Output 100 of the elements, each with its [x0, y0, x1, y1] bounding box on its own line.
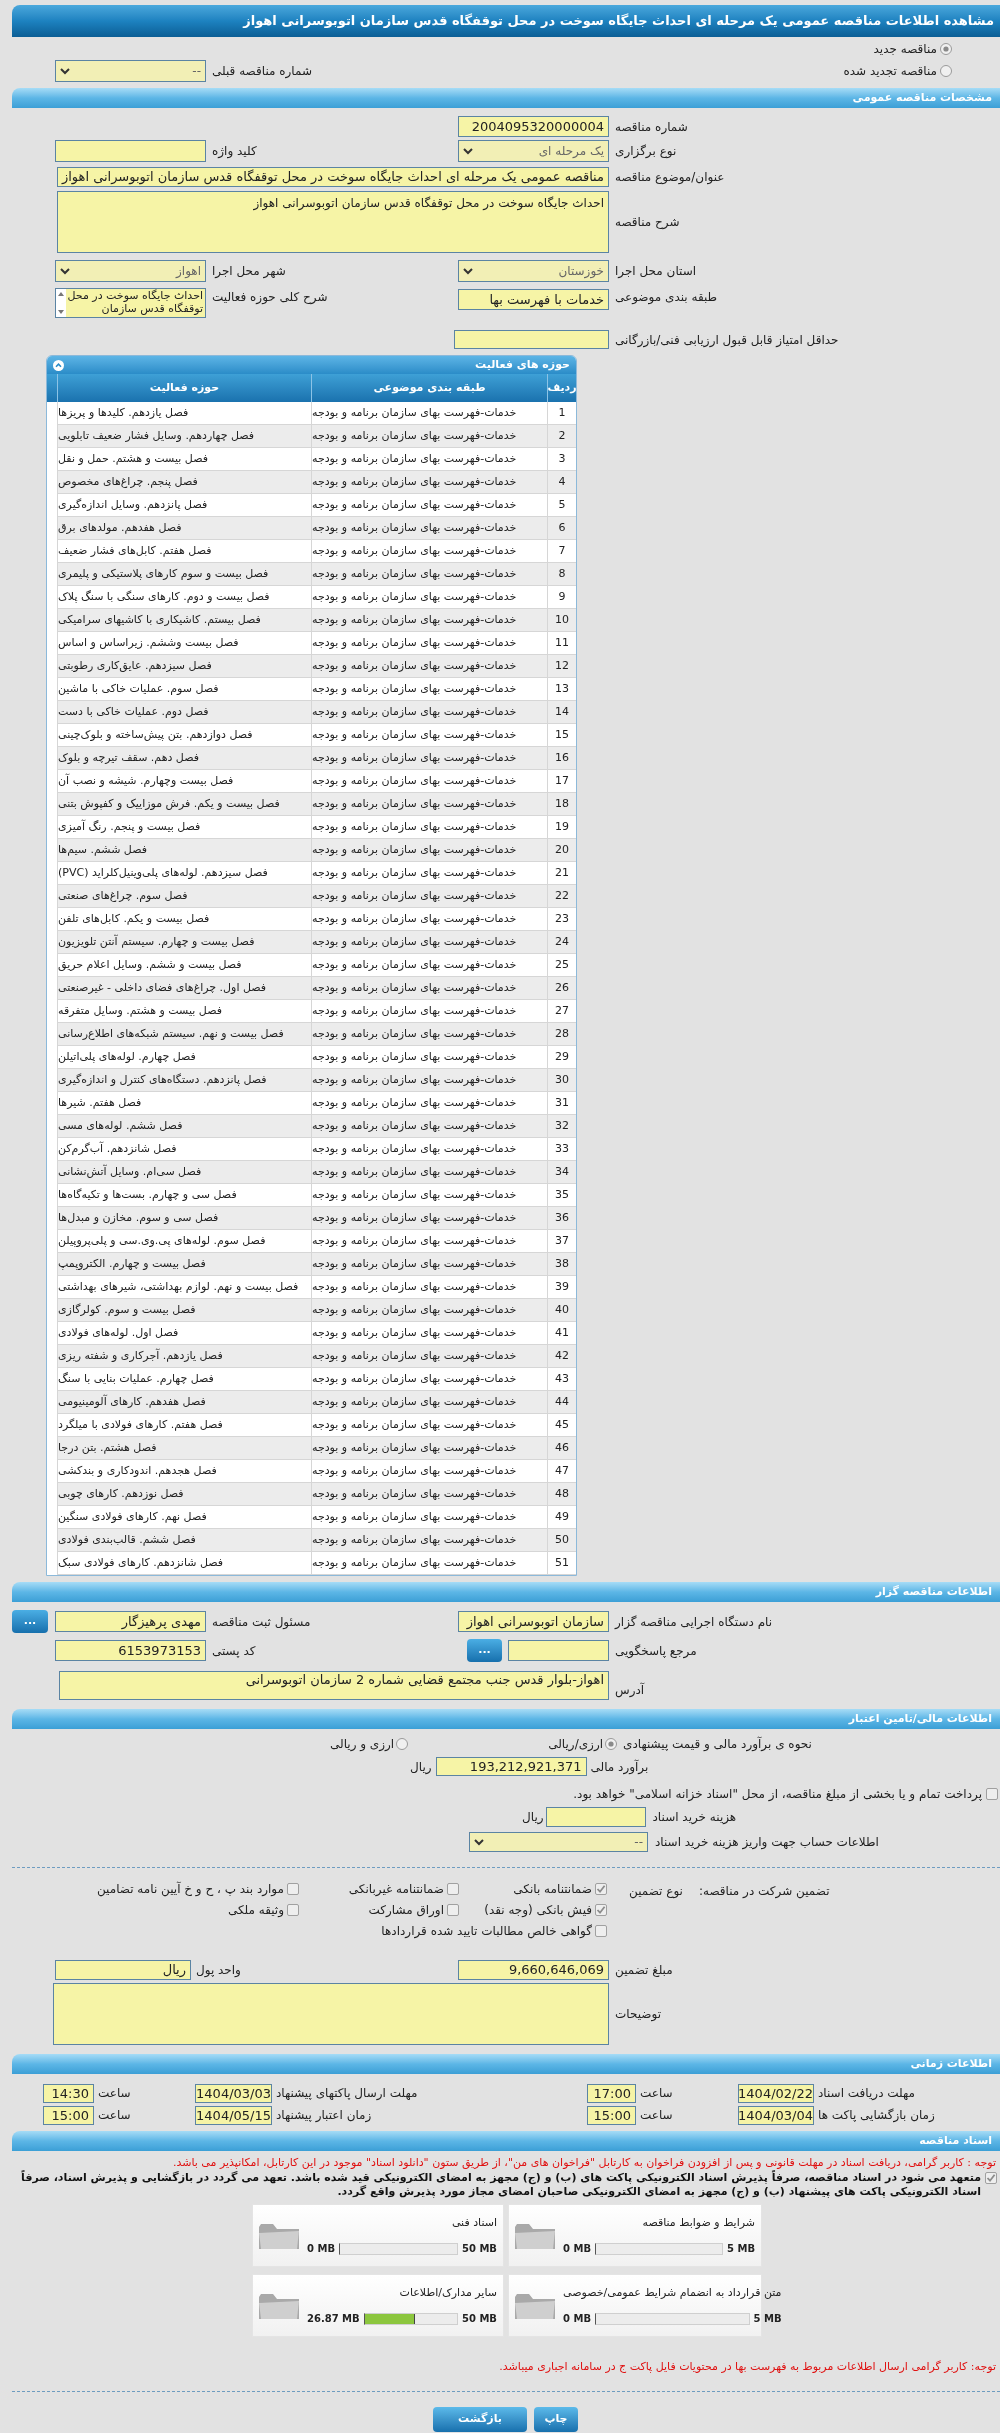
checkbox[interactable] [595, 1925, 607, 1937]
dropdown[interactable]: یک مرحله ای [458, 140, 609, 162]
table-cell: 42 [547, 1345, 576, 1368]
table-cell: فصل بیست و هشتم. حمل و نقل [57, 448, 311, 471]
table-cell: خدمات-فهرست بهای سازمان برنامه و بودجه [311, 1460, 547, 1483]
table-cell: 44 [547, 1391, 576, 1414]
radio-button[interactable] [940, 65, 952, 77]
checkbox[interactable] [447, 1904, 459, 1916]
input-field[interactable]: ریال [55, 1960, 191, 1980]
chevron-down-icon [474, 1838, 484, 1846]
table-cell: 36 [547, 1207, 576, 1230]
field-label: تضمین شرکت در مناقصه: [698, 1883, 830, 1900]
collapse-icon[interactable] [53, 359, 64, 371]
more-button[interactable]: ... [12, 1610, 48, 1633]
input-field[interactable]: 2004095320000004 [458, 116, 609, 137]
table-cell: 22 [547, 885, 576, 908]
table-cell: 50 [547, 1529, 576, 1552]
field-label: شهر محل اجرا [212, 263, 286, 280]
text-area[interactable]: احداث جایگاه سوخت در محل توقفگاه قدس سازمان اتوبوسرانی اهواز [57, 191, 609, 253]
checkbox[interactable] [986, 1787, 998, 1800]
table-cell: 1 [547, 402, 576, 425]
field-label: مبلغ تضمین [615, 1962, 673, 1979]
table-cell: 46 [547, 1437, 576, 1460]
input-field[interactable]: 14:30 [43, 2083, 94, 2103]
field-label: موارد بند پ ، ح و خ آیین نامه تضامین [96, 1880, 284, 1898]
table-cell: خدمات-فهرست بهای سازمان برنامه و بودجه [311, 793, 547, 816]
table-cell: خدمات-فهرست بهای سازمان برنامه و بودجه [311, 1299, 547, 1322]
table-cell: 3 [547, 448, 576, 471]
table-cell: فصل دوم. عملیات خاکی با دست [57, 701, 311, 724]
input-field[interactable]: 6153973153 [55, 1640, 206, 1661]
input-field[interactable]: 15:00 [587, 2105, 636, 2125]
table-cell: خدمات-فهرست بهای سازمان برنامه و بودجه [311, 563, 547, 586]
radio-button[interactable] [396, 1738, 409, 1750]
field-label: شماره مناقصه قبلی [212, 63, 312, 80]
table-cell: 13 [547, 678, 576, 701]
dropdown[interactable]: -- [469, 1832, 648, 1852]
table-cell: فصل اول. لوله‌های فولادی [57, 1322, 311, 1345]
table-cell: 29 [547, 1046, 576, 1069]
chevron-down-icon [463, 147, 473, 155]
input-field[interactable]: مناقصه عمومی یک مرحله ای احداث جایگاه سوخت در محل توقفگاه قدس سازمان اتوبوسرانی اهواز [57, 167, 609, 187]
panel-title: حوزه های فعالیت [475, 356, 570, 373]
dropdown[interactable]: اهواز [55, 260, 206, 282]
checkbox[interactable] [985, 2172, 997, 2184]
input-field[interactable]: 1404/02/22 [738, 2083, 814, 2103]
dropdown[interactable]: خوزستان [458, 260, 609, 282]
checkbox[interactable] [447, 1883, 459, 1895]
field-label: گواهی خالص مطالبات تایید شده قراردادها [381, 1923, 592, 1940]
field-label: مناقصه جدید [873, 41, 937, 58]
field-label: اطلاعات حساب جهت واریز هزینه خرید اسناد [655, 1834, 879, 1851]
radio-button[interactable] [940, 43, 952, 55]
checkbox[interactable] [595, 1883, 607, 1895]
section-header: اطلاعات مالی/تامین اعتبار [12, 1709, 1000, 1729]
input-field[interactable]: 193,212,921,371 [435, 1757, 587, 1776]
table-cell: فصل بیست و چهارم. الکتروپمپ [57, 1253, 311, 1276]
table-cell: 14 [547, 701, 576, 724]
field-label: زمان بازگشایی پاکت ها [818, 2107, 935, 2124]
table-cell: خدمات-فهرست بهای سازمان برنامه و بودجه [311, 1414, 547, 1437]
input-field[interactable] [545, 1807, 646, 1827]
input-field[interactable]: 15:00 [43, 2105, 94, 2125]
input-field[interactable]: 1404/03/04 [738, 2105, 814, 2125]
table-cell: فصل هفتم. شیرها [57, 1092, 311, 1115]
checkbox[interactable] [595, 1904, 607, 1916]
checkbox[interactable] [287, 1883, 299, 1895]
input-field[interactable]: 1404/03/03 [195, 2083, 272, 2103]
table-cell: فصل بیست و پنجم. رنگ آمیزی [57, 816, 311, 839]
chevron-down-icon [60, 67, 70, 75]
field-label: مهلت دریافت اسناد [818, 2085, 915, 2102]
input-field[interactable]: مهدی پرهیزگار [55, 1611, 206, 1632]
input-field[interactable]: 9,660,646,069 [458, 1960, 609, 1980]
input-field[interactable] [508, 1640, 609, 1661]
table-cell: فصل سیزدهم. لوله‌های پلی‌وینیل‌کلراید (PVC) [57, 862, 311, 885]
table-cell: خدمات-فهرست بهای سازمان برنامه و بودجه [311, 425, 547, 448]
more-button[interactable]: ... [467, 1639, 502, 1662]
table-cell: 5 [547, 494, 576, 517]
field-label: شماره مناقصه [615, 118, 688, 136]
field-label: مهلت ارسال پاکتهای پیشنهاد [276, 2085, 418, 2102]
input-field[interactable]: 17:00 [587, 2083, 636, 2103]
field-label: نحوه ی برآورد مالی و قیمت پیشنهادی [623, 1735, 812, 1753]
text-area[interactable] [53, 1983, 609, 2045]
input-field[interactable] [454, 330, 609, 349]
input-field[interactable]: سازمان اتوبوسرانی اهواز [458, 1611, 609, 1632]
input-field[interactable]: اهواز-بلوار قدس جنب مجتمع قضایی شماره 2 سازمان اتوبوسرانی [59, 1671, 609, 1700]
table-cell: فصل پنجم. چراغ‌های مخصوص [57, 471, 311, 494]
table-cell: خدمات-فهرست بهای سازمان برنامه و بودجه [311, 471, 547, 494]
table-cell: فصل دوازدهم. بتن پیش‌ساخته و بلوک‌چینی [57, 724, 311, 747]
table-cell: خدمات-فهرست بهای سازمان برنامه و بودجه [311, 1000, 547, 1023]
checkbox[interactable] [287, 1904, 299, 1916]
table-cell: خدمات-فهرست بهای سازمان برنامه و بودجه [311, 1092, 547, 1115]
input-field[interactable] [55, 140, 206, 162]
input-field[interactable]: خدمات با فهرست بها [458, 289, 609, 310]
size-label: 0 MB [307, 2242, 335, 2257]
input-field[interactable]: 1404/05/15 [195, 2105, 272, 2125]
field-label: شرح کلی حوزه فعالیت [212, 289, 328, 306]
dropdown[interactable]: -- [55, 60, 206, 82]
list-box[interactable]: احداث جایگاه سوخت در محل توقفگاه قدس سازمان [55, 288, 206, 318]
table-cell: خدمات-فهرست بهای سازمان برنامه و بودجه [311, 1506, 547, 1529]
table-cell: فصل بیست و دوم. کارهای سنگی با سنگ پلاک [57, 586, 311, 609]
table-cell: فصل هشتم. بتن درجا [57, 1437, 311, 1460]
radio-button[interactable] [605, 1738, 617, 1750]
table-cell: فصل بیستم. کاشیکاری با کاشیهای سرامیکی [57, 609, 311, 632]
